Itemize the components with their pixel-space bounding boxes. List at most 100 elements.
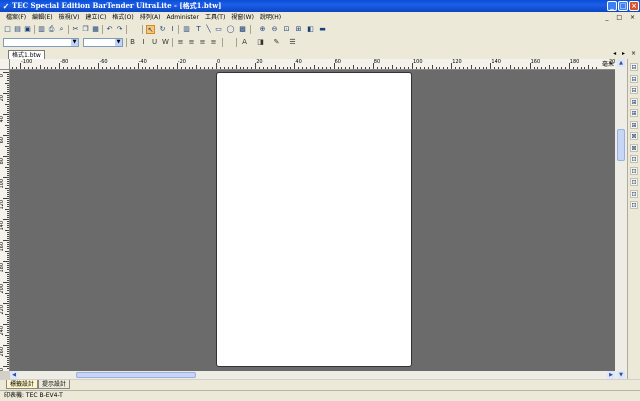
menu-administer[interactable]: Administer — [164, 12, 202, 23]
redo-icon[interactable]: ↷ — [115, 25, 124, 34]
menu-help[interactable]: 說明(H) — [257, 12, 284, 23]
menu-format[interactable]: 格式(O) — [109, 12, 136, 23]
italic-icon[interactable]: I — [139, 38, 148, 47]
align-tool-icon[interactable]: ⊟ — [630, 86, 638, 94]
scroll-up-icon[interactable]: ▲ — [617, 59, 625, 67]
horizontal-scrollbar[interactable]: ◀ ▶ — [10, 371, 615, 379]
text-icon[interactable]: T — [194, 25, 203, 34]
cut-icon[interactable]: ✂ — [71, 25, 80, 34]
align-justify-icon[interactable]: ≡ — [209, 38, 218, 47]
new-icon[interactable]: □ — [3, 25, 12, 34]
menu-view[interactable]: 檢視(V) — [56, 12, 83, 23]
database-icon[interactable]: ◧ — [306, 25, 315, 34]
barcode-icon[interactable]: ▥ — [182, 25, 191, 34]
align-tool-icon[interactable]: ⊞ — [630, 109, 638, 117]
ruler-tick — [302, 67, 304, 69]
rectangle-icon[interactable]: ▭ — [214, 25, 223, 34]
ruler-label: 60 — [0, 137, 5, 144]
ruler-tick — [7, 174, 9, 176]
open-icon[interactable]: ▤ — [13, 25, 22, 34]
align-tool-icon[interactable]: ⊡ — [630, 166, 638, 175]
line-icon[interactable]: ╲ — [204, 25, 213, 34]
align-center-icon[interactable]: ≡ — [187, 38, 196, 47]
ruler-tick — [7, 223, 9, 225]
minimize-button[interactable]: _ — [607, 1, 617, 11]
wordwrap-icon[interactable]: W — [161, 38, 170, 47]
font-name-combo[interactable]: ▼ — [3, 38, 79, 47]
select-arrow-icon[interactable]: ↖ — [146, 25, 155, 34]
paste-icon[interactable]: ▦ — [91, 25, 100, 34]
ruler-tick — [7, 305, 9, 307]
ruler-tick — [7, 347, 9, 349]
align-right-icon[interactable]: ≡ — [198, 38, 207, 47]
menu-window[interactable]: 視窗(W) — [228, 12, 257, 23]
font-size-combo[interactable]: ▼ — [83, 38, 123, 47]
ruler-tick — [298, 67, 300, 69]
ellipse-icon[interactable]: ◯ — [226, 25, 235, 34]
tab-label-design[interactable]: 標籤設計 — [6, 380, 39, 389]
toolbar-separator — [126, 25, 127, 34]
align-tool-icon[interactable]: ⊠ — [630, 132, 638, 140]
ruler-tick — [121, 67, 123, 69]
zoom-out-icon[interactable]: ⊖ — [270, 25, 279, 34]
ruler-tick — [118, 65, 119, 69]
ruler-corner — [0, 59, 10, 70]
copy-icon[interactable]: ❐ — [81, 25, 90, 34]
vertical-scroll-thumb[interactable] — [617, 129, 625, 161]
horizontal-scroll-thumb[interactable] — [76, 372, 196, 378]
app-icon[interactable]: ✓ — [2, 2, 10, 10]
align-left-icon[interactable]: ≡ — [176, 38, 185, 47]
align-tool-icon[interactable]: ⊡ — [630, 155, 638, 163]
font-color-icon[interactable]: A — [240, 38, 249, 47]
align-tool-icon[interactable]: ⊟ — [630, 63, 638, 71]
line-style-icon[interactable]: ☰ — [288, 38, 297, 47]
ruler-tick — [7, 288, 9, 290]
zoom-fit-icon[interactable]: ⊡ — [282, 25, 291, 34]
chevron-down-icon[interactable]: ▼ — [71, 39, 78, 46]
scroll-down-icon[interactable]: ▼ — [617, 371, 625, 379]
align-tool-icon[interactable]: ⊡ — [630, 178, 638, 186]
underline-icon[interactable]: U — [150, 38, 159, 47]
align-tool-icon[interactable]: ⊞ — [630, 120, 638, 129]
text-cursor-icon[interactable]: I — [168, 25, 177, 34]
search-icon[interactable]: ⌕ — [57, 25, 66, 34]
menu-tools[interactable]: 工具(T) — [202, 12, 228, 23]
bold-icon[interactable]: B — [128, 38, 137, 47]
actual-size-icon[interactable]: ⊞ — [294, 25, 303, 34]
fill-color-icon[interactable]: ◨ — [256, 38, 265, 47]
ruler-tick — [506, 67, 508, 69]
tab-prompt-design[interactable]: 提示設計 — [38, 380, 71, 389]
menu-file[interactable]: 檔案(F) — [3, 12, 29, 23]
scroll-right-icon[interactable]: ▶ — [607, 371, 615, 379]
align-tool-icon[interactable]: ⊠ — [630, 143, 638, 152]
chevron-down-icon[interactable]: ▼ — [115, 39, 122, 46]
mdi-controls[interactable]: _ □ × — [605, 12, 638, 23]
design-canvas[interactable] — [10, 70, 615, 371]
menu-arrange[interactable]: 排列(A) — [137, 12, 164, 23]
zoom-in-icon[interactable]: ⊕ — [258, 25, 267, 34]
align-tool-icon[interactable]: ⊟ — [630, 74, 638, 83]
menu-create[interactable]: 建立(C) — [82, 12, 109, 23]
maximize-button[interactable]: □ — [618, 1, 628, 11]
ruler-tick — [192, 67, 194, 69]
picture-icon[interactable]: ▩ — [238, 25, 247, 34]
vertical-scrollbar[interactable]: ▲ ▼ — [615, 59, 627, 379]
ruler-label: 20 — [256, 59, 263, 65]
ruler-tick — [7, 231, 9, 233]
save-icon[interactable]: ▣ — [23, 25, 32, 34]
align-tool-icon[interactable]: ⊡ — [630, 201, 638, 209]
close-button[interactable]: × — [629, 1, 639, 11]
scroll-left-icon[interactable]: ◀ — [10, 371, 18, 379]
rotate-icon[interactable]: ↻ — [158, 25, 167, 34]
print-icon[interactable]: ⎙ — [47, 25, 56, 34]
undo-icon[interactable]: ↶ — [105, 25, 114, 34]
align-tool-icon[interactable]: ⊞ — [630, 97, 638, 106]
label-template[interactable] — [216, 72, 412, 367]
menu-edit[interactable]: 編輯(E) — [29, 12, 55, 23]
ruler-tick — [7, 363, 9, 365]
align-tool-icon[interactable]: ⊡ — [630, 189, 638, 198]
printer-setup-icon[interactable]: ▬ — [318, 25, 327, 34]
tab-scroll-controls[interactable]: ◂ ▸ × — [613, 49, 638, 59]
line-color-icon[interactable]: ✎ — [272, 38, 281, 47]
print-preview-icon[interactable]: ▥ — [37, 25, 46, 34]
